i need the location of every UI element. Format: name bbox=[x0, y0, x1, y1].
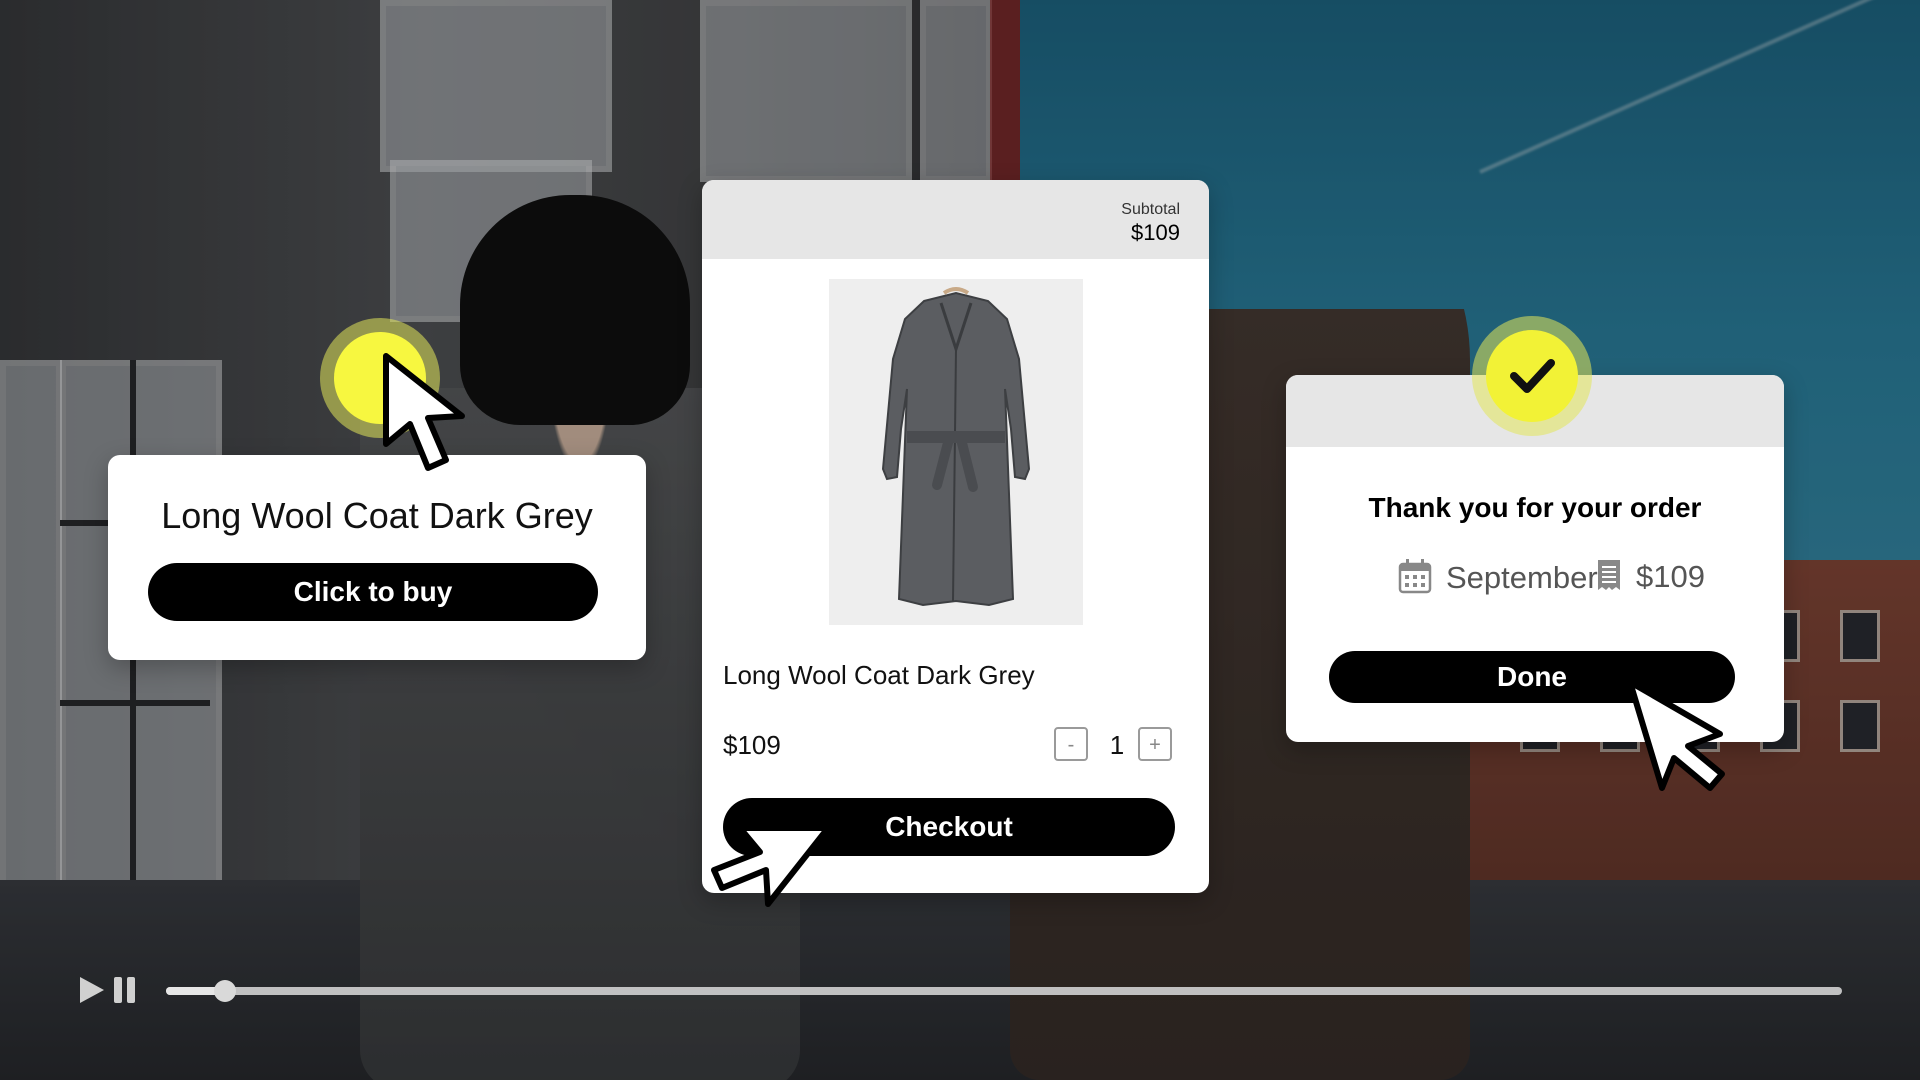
product-title: Long Wool Coat Dark Grey bbox=[161, 495, 593, 536]
cursor-pointer-icon bbox=[711, 825, 831, 907]
cart-product-name: Long Wool Coat Dark Grey bbox=[723, 660, 1035, 690]
cart-price: $109 bbox=[723, 730, 781, 760]
cursor-pointer-icon bbox=[1627, 679, 1725, 791]
order-amount: $109 bbox=[1596, 558, 1705, 600]
cursor-pointer-icon bbox=[383, 353, 465, 471]
product-card: Long Wool Coat Dark Grey Click to buy bbox=[108, 455, 646, 660]
quantity-value: 1 bbox=[1109, 730, 1125, 760]
cart-header: Subtotal $109 bbox=[702, 180, 1209, 259]
progress-scrubber[interactable] bbox=[213, 980, 236, 1002]
subtotal-label: Subtotal bbox=[1121, 201, 1180, 218]
cart-card: Subtotal $109 Long Wool Coat Dark Grey $… bbox=[702, 180, 1209, 893]
confirmation-title: Thank you for your order bbox=[1368, 492, 1702, 523]
quantity-decrease-button[interactable]: - bbox=[1054, 727, 1088, 761]
click-to-buy-button[interactable]: Click to buy bbox=[148, 563, 598, 621]
video-controls bbox=[78, 973, 1848, 1009]
play-icon[interactable] bbox=[78, 975, 106, 1005]
success-badge bbox=[1486, 330, 1578, 422]
order-month-text: September bbox=[1446, 560, 1598, 596]
order-amount-text: $109 bbox=[1636, 559, 1705, 595]
receipt-icon bbox=[1596, 558, 1622, 600]
video-progress-bar[interactable] bbox=[166, 980, 1842, 1002]
order-month: September bbox=[1398, 558, 1598, 602]
pause-icon[interactable] bbox=[112, 975, 138, 1005]
coat-image bbox=[829, 279, 1083, 625]
quantity-increase-button[interactable]: + bbox=[1138, 727, 1172, 761]
subtotal-value: $109 bbox=[1131, 220, 1180, 245]
calendar-icon bbox=[1398, 558, 1432, 602]
check-icon bbox=[1510, 359, 1555, 393]
